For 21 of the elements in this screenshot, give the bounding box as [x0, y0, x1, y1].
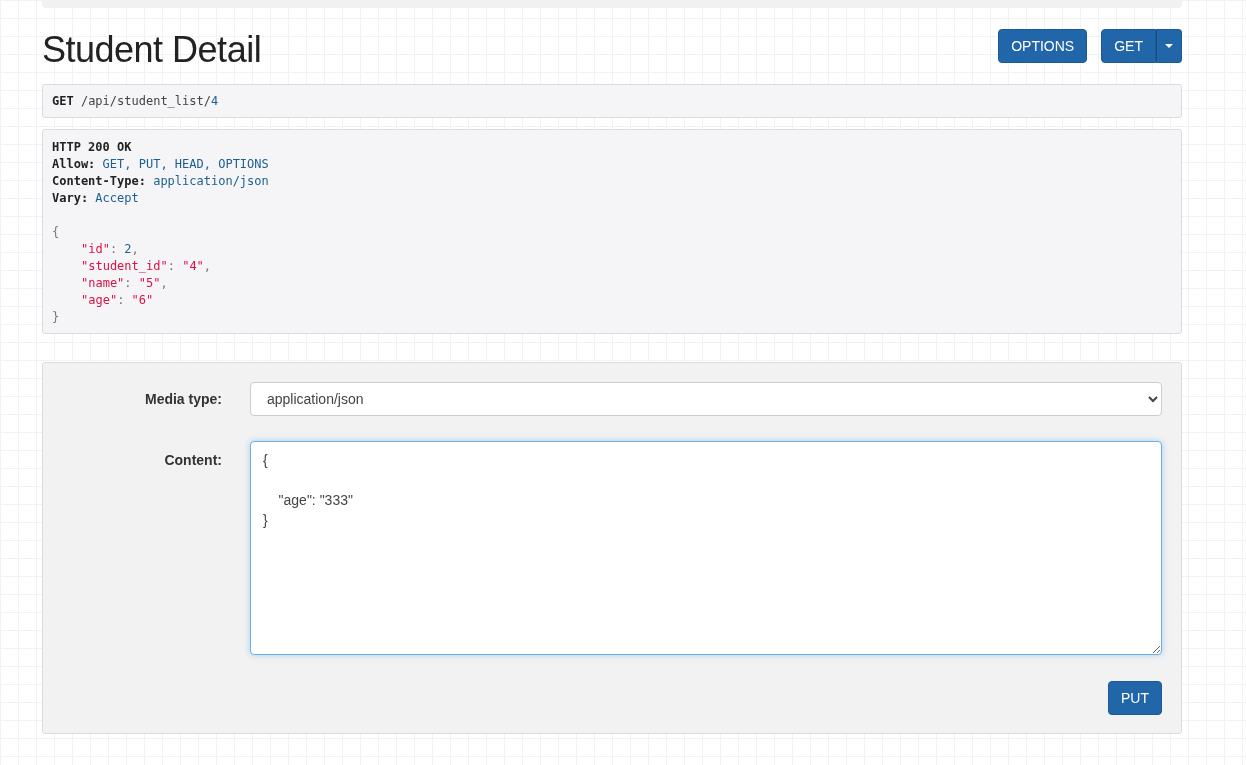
put-button[interactable]: PUT	[1108, 681, 1162, 715]
response-header: Content-Type: application/json	[52, 173, 269, 190]
media-type-label: Media type:	[144, 389, 222, 409]
json-line: "age": "6"	[81, 292, 154, 309]
response-header: Allow: GET, PUT, HEAD, OPTIONS	[52, 156, 269, 173]
page-title: Student Detail	[42, 28, 262, 72]
json-brace: }	[52, 309, 60, 326]
content-label: Content:	[163, 451, 222, 470]
options-button[interactable]: OPTIONS	[998, 29, 1088, 63]
json-line: "id": 2,	[81, 241, 139, 258]
json-brace: {	[52, 224, 60, 241]
json-line: "student_id": "4",	[81, 258, 212, 275]
request-line: GET /api/student_list/4	[52, 93, 219, 110]
response-header: Vary: Accept	[52, 190, 139, 207]
content-field[interactable]: { "age": "333" }	[250, 441, 1162, 655]
json-line: "name": "5",	[81, 275, 168, 292]
media-type-select[interactable]: application/json	[250, 382, 1162, 416]
get-button[interactable]: GET	[1101, 29, 1156, 63]
caret-icon	[1165, 44, 1173, 48]
status-line: HTTP 200 OK	[52, 139, 132, 156]
dropdown-toggle[interactable]	[1156, 29, 1182, 63]
